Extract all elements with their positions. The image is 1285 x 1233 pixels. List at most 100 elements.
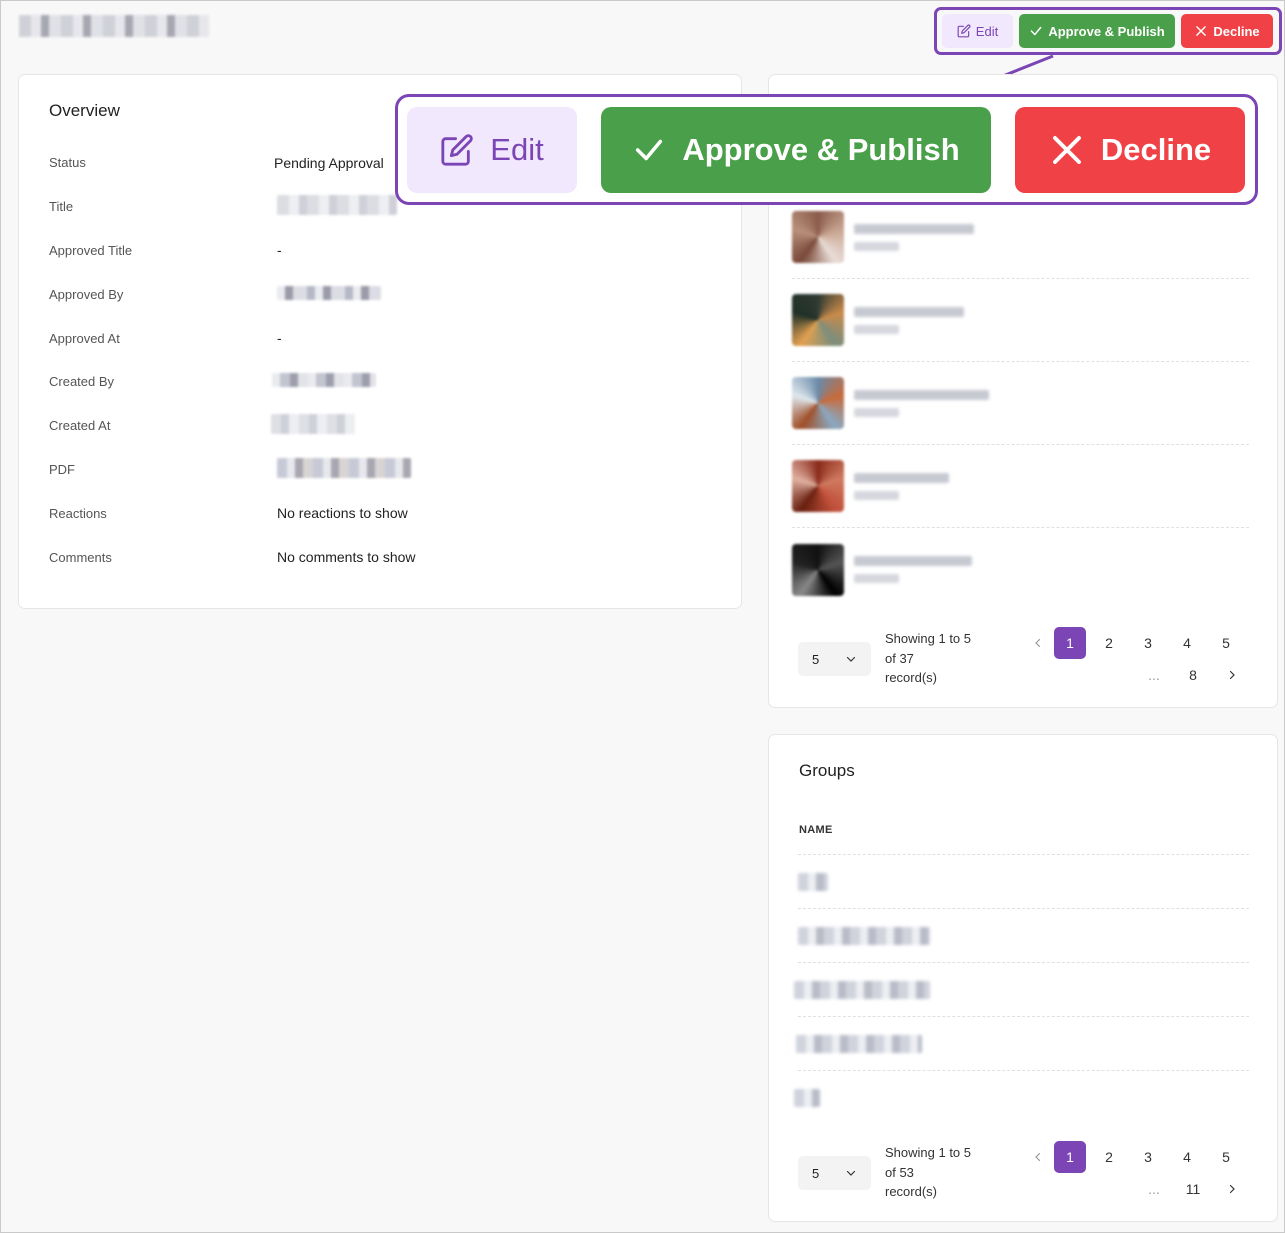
- edit-button-label: Edit: [975, 23, 999, 39]
- overview-label: Reactions: [49, 505, 107, 521]
- overview-label: Created At: [49, 418, 111, 434]
- overview-label: Approved By: [49, 286, 124, 302]
- overview-row-comments: Comments No comments to show: [49, 535, 711, 579]
- members-pagination: 5 Showing 1 to 5 of 37 record(s) 1 2 3 4…: [798, 625, 1258, 695]
- page-button-3[interactable]: 3: [1132, 627, 1164, 659]
- edit-button[interactable]: Edit: [942, 14, 1013, 48]
- edit-button-zoom[interactable]: Edit: [407, 106, 577, 193]
- action-toolbar-zoom: Edit Approve & Publish Decline: [395, 94, 1258, 205]
- page-button-2[interactable]: 2: [1093, 1141, 1125, 1173]
- overview-row-created-at: Created At: [49, 404, 711, 448]
- page-button-last[interactable]: 8: [1177, 659, 1209, 691]
- approved-title-value: -: [277, 242, 282, 259]
- decline-button-zoom[interactable]: Decline: [1015, 106, 1245, 193]
- chevron-right-icon: [1229, 1184, 1235, 1194]
- showing-records: Showing 1 to 5 of 53 record(s): [885, 1143, 995, 1202]
- overview-label: Status: [49, 155, 86, 171]
- approved-by-value: [277, 285, 381, 303]
- page-title: [19, 15, 209, 37]
- x-icon: [1052, 135, 1081, 164]
- list-item[interactable]: [792, 196, 1249, 279]
- pencil-square-icon: [957, 24, 971, 38]
- approve-button-label: Approve & Publish: [1048, 23, 1165, 39]
- column-header-name[interactable]: NAME: [799, 824, 833, 836]
- created-at-value: [271, 414, 355, 437]
- table-row[interactable]: [796, 1016, 1249, 1070]
- overview-label: Title: [49, 199, 74, 215]
- approved-at-value: -: [277, 330, 282, 347]
- showing-line: record(s): [885, 1184, 938, 1199]
- comments-value: No comments to show: [277, 549, 416, 566]
- decline-button[interactable]: Decline: [1181, 14, 1273, 48]
- pagination-ellipsis: ...: [1148, 667, 1160, 683]
- page-button-3[interactable]: 3: [1132, 1141, 1164, 1173]
- per-page-select[interactable]: 5: [798, 642, 871, 676]
- overview-row-created-by: Created By: [49, 360, 711, 404]
- overview-row-approved-title: Approved Title -: [49, 229, 711, 273]
- reactions-value: No reactions to show: [277, 505, 408, 522]
- list-item[interactable]: [792, 528, 1249, 611]
- chevron-down-icon: [846, 1170, 856, 1176]
- chevron-left-icon: [1035, 638, 1041, 648]
- overview-row-approved-at: Approved At -: [49, 316, 711, 360]
- avatar: [792, 377, 844, 429]
- showing-line: of 53: [885, 1164, 914, 1180]
- overview-label: Created By: [49, 374, 115, 390]
- list-item[interactable]: [792, 279, 1249, 362]
- status-value: Pending Approval: [274, 154, 384, 171]
- chevron-left-icon: [1035, 1152, 1041, 1162]
- page-button-2[interactable]: 2: [1093, 627, 1125, 659]
- check-icon: [1030, 26, 1042, 36]
- approve-publish-button[interactable]: Approve & Publish: [1019, 14, 1175, 48]
- overview-row-pdf: PDF: [49, 448, 711, 492]
- page-button-5[interactable]: 5: [1210, 1141, 1242, 1173]
- per-page-value: 5: [812, 1165, 820, 1181]
- member-text: [854, 389, 989, 417]
- avatar: [792, 211, 844, 263]
- page-button-5[interactable]: 5: [1210, 627, 1242, 659]
- page-button-1[interactable]: 1: [1054, 1141, 1086, 1173]
- edit-button-label: Edit: [490, 131, 544, 167]
- prev-page-button[interactable]: [1022, 627, 1054, 659]
- avatar: [792, 543, 844, 596]
- member-text: [854, 556, 972, 583]
- showing-line: Showing 1 to 5: [885, 1145, 972, 1160]
- overview-row-approved-by: Approved By: [49, 272, 711, 316]
- overview-label: Comments: [49, 549, 112, 565]
- chevron-down-icon: [846, 656, 856, 662]
- pencil-square-icon: [441, 133, 474, 166]
- prev-page-button[interactable]: [1022, 1141, 1054, 1173]
- table-row[interactable]: [798, 908, 1249, 962]
- overview-rows: Status Pending Approval Title Approved T…: [49, 141, 711, 579]
- overview-label: Approved At: [49, 330, 120, 346]
- member-text: [854, 223, 974, 251]
- page-button-4[interactable]: 4: [1171, 627, 1203, 659]
- avatar: [792, 294, 844, 346]
- approve-publish-button-zoom[interactable]: Approve & Publish: [601, 106, 991, 193]
- chevron-right-icon: [1229, 670, 1235, 680]
- overview-label: PDF: [49, 461, 75, 477]
- table-row[interactable]: [794, 1070, 1249, 1124]
- per-page-value: 5: [812, 651, 820, 667]
- next-page-button[interactable]: [1216, 659, 1248, 691]
- per-page-select[interactable]: 5: [798, 1156, 871, 1190]
- groups-card: Groups NAME 5 Showing 1 to 5 of 53 recor…: [768, 734, 1278, 1222]
- table-row[interactable]: [794, 962, 1249, 1016]
- x-icon: [1196, 26, 1207, 36]
- overview-row-reactions: Reactions No reactions to show: [49, 491, 711, 535]
- page-button-last[interactable]: 11: [1177, 1173, 1209, 1205]
- showing-line: of 37: [885, 650, 914, 666]
- next-page-button[interactable]: [1216, 1173, 1248, 1205]
- avatar: [792, 460, 844, 512]
- showing-line: Showing 1 to 5: [885, 631, 972, 646]
- decline-button-label: Decline: [1100, 131, 1212, 167]
- pagination-ellipsis: ...: [1148, 1181, 1160, 1197]
- title-value: [277, 195, 397, 218]
- showing-line: record(s): [885, 670, 938, 685]
- page-button-1[interactable]: 1: [1054, 627, 1086, 659]
- list-item[interactable]: [792, 362, 1249, 445]
- overview-label: Approved Title: [49, 242, 133, 258]
- list-item[interactable]: [792, 445, 1249, 528]
- page-button-4[interactable]: 4: [1171, 1141, 1203, 1173]
- table-row[interactable]: [798, 854, 1249, 908]
